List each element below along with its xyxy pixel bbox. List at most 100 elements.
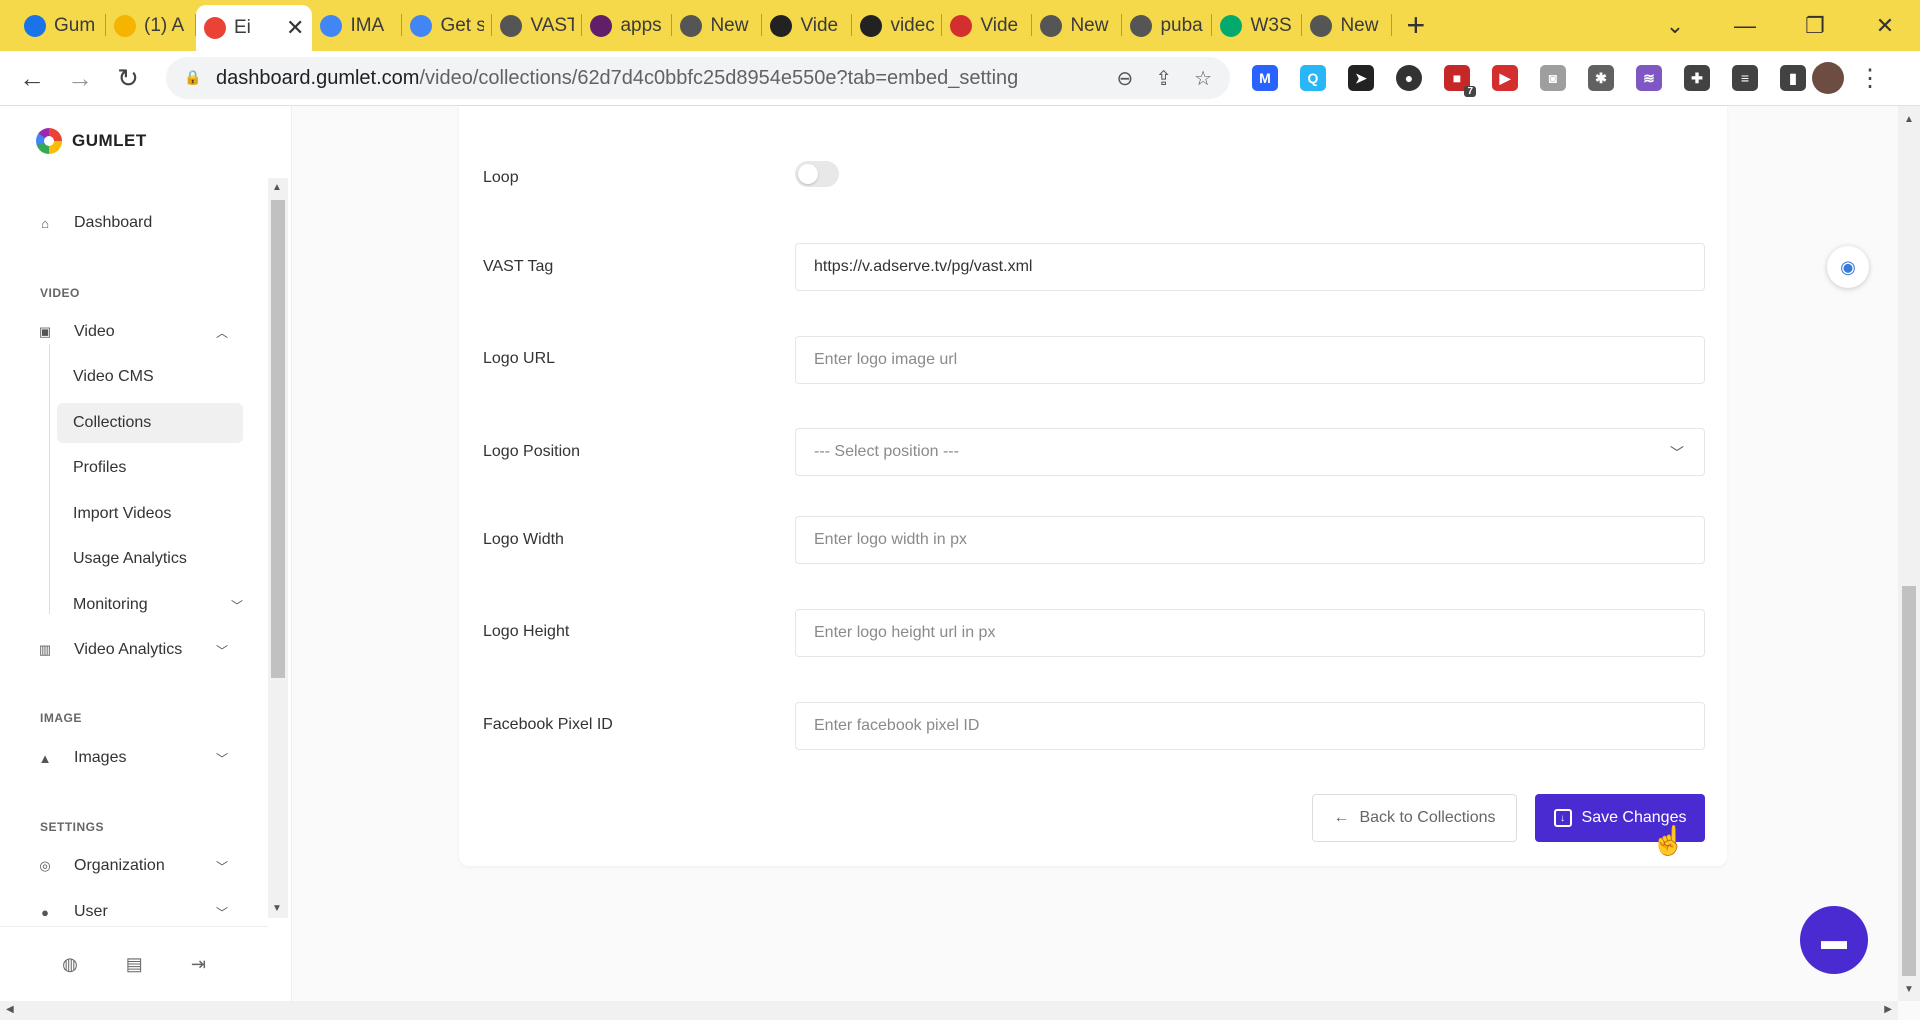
arrow-left-icon: ← — [1333, 809, 1350, 826]
section-settings-heading: SETTINGS — [40, 820, 105, 834]
browser-tab[interactable]: videc — [852, 0, 943, 51]
browser-tab[interactable]: apps — [582, 0, 673, 51]
sidebar-item-label: Profiles — [73, 459, 127, 476]
sidebar-item-video-cms[interactable]: Video CMS — [57, 357, 243, 397]
profile-avatar[interactable] — [1812, 62, 1844, 94]
extension-badge-icon[interactable]: ■ 7 — [1444, 65, 1476, 97]
sidebar-scroll-thumb[interactable] — [271, 200, 285, 678]
sidebar-item-import-videos[interactable]: Import Videos — [57, 494, 243, 534]
globe-icon: ◎ — [39, 858, 51, 873]
logo-url-label: Logo URL — [483, 350, 556, 367]
media-control-icon[interactable]: ≡ — [1732, 65, 1758, 91]
browser-tab[interactable]: Ei ✕ — [196, 5, 313, 51]
tab-title: videc — [890, 14, 935, 36]
w3schools-icon — [1220, 14, 1243, 37]
tab-search-icon[interactable]: ⌄ — [1640, 13, 1710, 39]
browser-tab[interactable]: New — [672, 0, 763, 51]
extension-disc-icon[interactable]: ● — [1396, 65, 1422, 91]
sidebar-item-dashboard[interactable]: ⌂ Dashboard — [36, 203, 246, 243]
horizontal-scrollbar[interactable]: ◀ ▶ — [0, 1001, 1898, 1020]
extension-play-icon[interactable]: ▶ — [1492, 65, 1518, 91]
support-icon[interactable]: ◍ — [62, 954, 78, 975]
sidebar-scrollbar[interactable]: ▲ ▼ — [268, 178, 288, 918]
back-arrow-icon[interactable]: ← — [8, 63, 56, 94]
share-icon[interactable]: ⇪ — [1155, 66, 1172, 91]
vast-tag-input[interactable] — [795, 243, 1705, 291]
sidebar-item-organization[interactable]: ◎ Organization ﹀ — [36, 846, 246, 886]
logo-height-input[interactable] — [795, 609, 1705, 657]
facebook-pixel-input[interactable] — [795, 702, 1705, 750]
browser-tab[interactable]: IMA — [312, 0, 403, 51]
puzzle-icon[interactable]: ✚ — [1684, 65, 1710, 91]
tab-title: Get s — [440, 14, 485, 36]
browser-tab[interactable]: Gum — [16, 0, 106, 51]
zoom-icon[interactable]: ⊖ — [1117, 66, 1134, 91]
forward-arrow-icon[interactable]: → — [56, 63, 104, 94]
side-panel-icon[interactable]: ▮ — [1780, 65, 1806, 91]
sidebar-item-label: Organization — [74, 857, 165, 874]
logout-icon[interactable]: ⇥ — [191, 954, 206, 975]
sidebar-item-usage-analytics[interactable]: Usage Analytics — [57, 539, 243, 579]
scroll-right-icon[interactable]: ▶ — [1884, 1004, 1892, 1015]
close-tab-icon[interactable]: ✕ — [286, 15, 304, 41]
reload-icon[interactable]: ↻ — [104, 63, 152, 94]
extension-badge-count: 7 — [1464, 86, 1476, 97]
browser-tab[interactable]: New — [1032, 0, 1123, 51]
browser-toolbar: ← → ↻ 🔒 dashboard.gumlet.com/video/colle… — [0, 51, 1920, 106]
tab-title: Vide — [800, 14, 839, 36]
scroll-down-icon[interactable]: ▼ — [272, 903, 282, 914]
sidebar-item-label: Usage Analytics — [73, 550, 187, 567]
sidebar-item-images[interactable]: ▲ Images ﹀ — [36, 738, 246, 778]
browser-tab[interactable]: Vide — [762, 0, 853, 51]
sidebar-item-profiles[interactable]: Profiles — [57, 448, 243, 488]
address-bar[interactable]: 🔒 dashboard.gumlet.com/video/collections… — [166, 57, 1230, 99]
restore-icon[interactable]: ❐ — [1780, 13, 1850, 39]
chrome-icon — [1310, 14, 1333, 37]
window-controls: ⌄ — ❐ ✕ — [1640, 0, 1920, 51]
browser-tab[interactable]: puba — [1122, 0, 1213, 51]
logo-width-input[interactable] — [795, 516, 1705, 564]
close-window-icon[interactable]: ✕ — [1850, 13, 1920, 39]
extension-send-icon[interactable]: ➤ — [1348, 65, 1374, 91]
lock-icon: 🔒 — [184, 69, 202, 85]
minimize-icon[interactable]: — — [1710, 13, 1780, 39]
sidebar-item-monitoring[interactable]: Monitoring ﹀ — [57, 585, 243, 625]
browser-tab[interactable]: Vide — [942, 0, 1033, 51]
browser-tab[interactable]: W3S — [1212, 0, 1303, 51]
browser-tab[interactable]: VAST — [492, 0, 583, 51]
chat-icon[interactable]: ▤ — [126, 954, 143, 975]
new-tab-icon[interactable]: + — [1406, 7, 1425, 44]
extension-q-icon[interactable]: Q — [1300, 65, 1326, 91]
page-scrollbar[interactable]: ▲ ▼ — [1898, 106, 1920, 1001]
browser-menu-icon[interactable]: ⋮ — [1858, 64, 1882, 93]
back-to-collections-button[interactable]: ← Back to Collections — [1312, 794, 1517, 842]
sidebar-item-video[interactable]: ▣ Video ︿ — [36, 312, 246, 352]
chevron-down-icon: ﹀ — [215, 859, 228, 874]
browser-tab[interactable]: (1) A — [106, 0, 196, 51]
scroll-up-icon[interactable]: ▲ — [272, 182, 282, 193]
logo-url-input[interactable] — [795, 336, 1705, 384]
scroll-left-icon[interactable]: ◀ — [6, 1004, 14, 1015]
browser-tab[interactable]: New — [1302, 0, 1393, 51]
save-icon: ↓ — [1553, 809, 1572, 827]
chrome-icon — [1040, 14, 1063, 37]
loop-toggle[interactable] — [795, 161, 839, 187]
browser-tab[interactable]: Get s — [402, 0, 493, 51]
chevron-down-icon: ﹀ — [215, 905, 228, 920]
page-scroll-thumb[interactable] — [1902, 586, 1916, 976]
bookmark-star-icon[interactable]: ☆ — [1194, 66, 1212, 91]
sidebar-item-video-analytics[interactable]: ▥ Video Analytics ﹀ — [36, 630, 246, 670]
brand-logo[interactable]: GUMLET — [36, 128, 147, 154]
extension-hs-icon[interactable]: ✱ — [1588, 65, 1614, 91]
sidebar-item-label: Collections — [73, 414, 152, 431]
tab-title: VAST — [530, 14, 575, 36]
scroll-up-icon[interactable]: ▲ — [1904, 114, 1914, 125]
ai-assistant-icon[interactable]: ◉ — [1827, 246, 1869, 288]
sidebar-item-collections[interactable]: Collections — [57, 403, 243, 443]
live-chat-button[interactable]: ▬ — [1800, 906, 1868, 974]
extension-m-icon[interactable]: M — [1252, 65, 1278, 91]
extension-wave-icon[interactable]: ≋ — [1636, 65, 1662, 91]
logo-position-select[interactable]: --- Select position --- ﹀ — [795, 428, 1705, 476]
scroll-down-icon[interactable]: ▼ — [1904, 984, 1914, 995]
camera-icon[interactable]: ◙ — [1540, 65, 1566, 91]
